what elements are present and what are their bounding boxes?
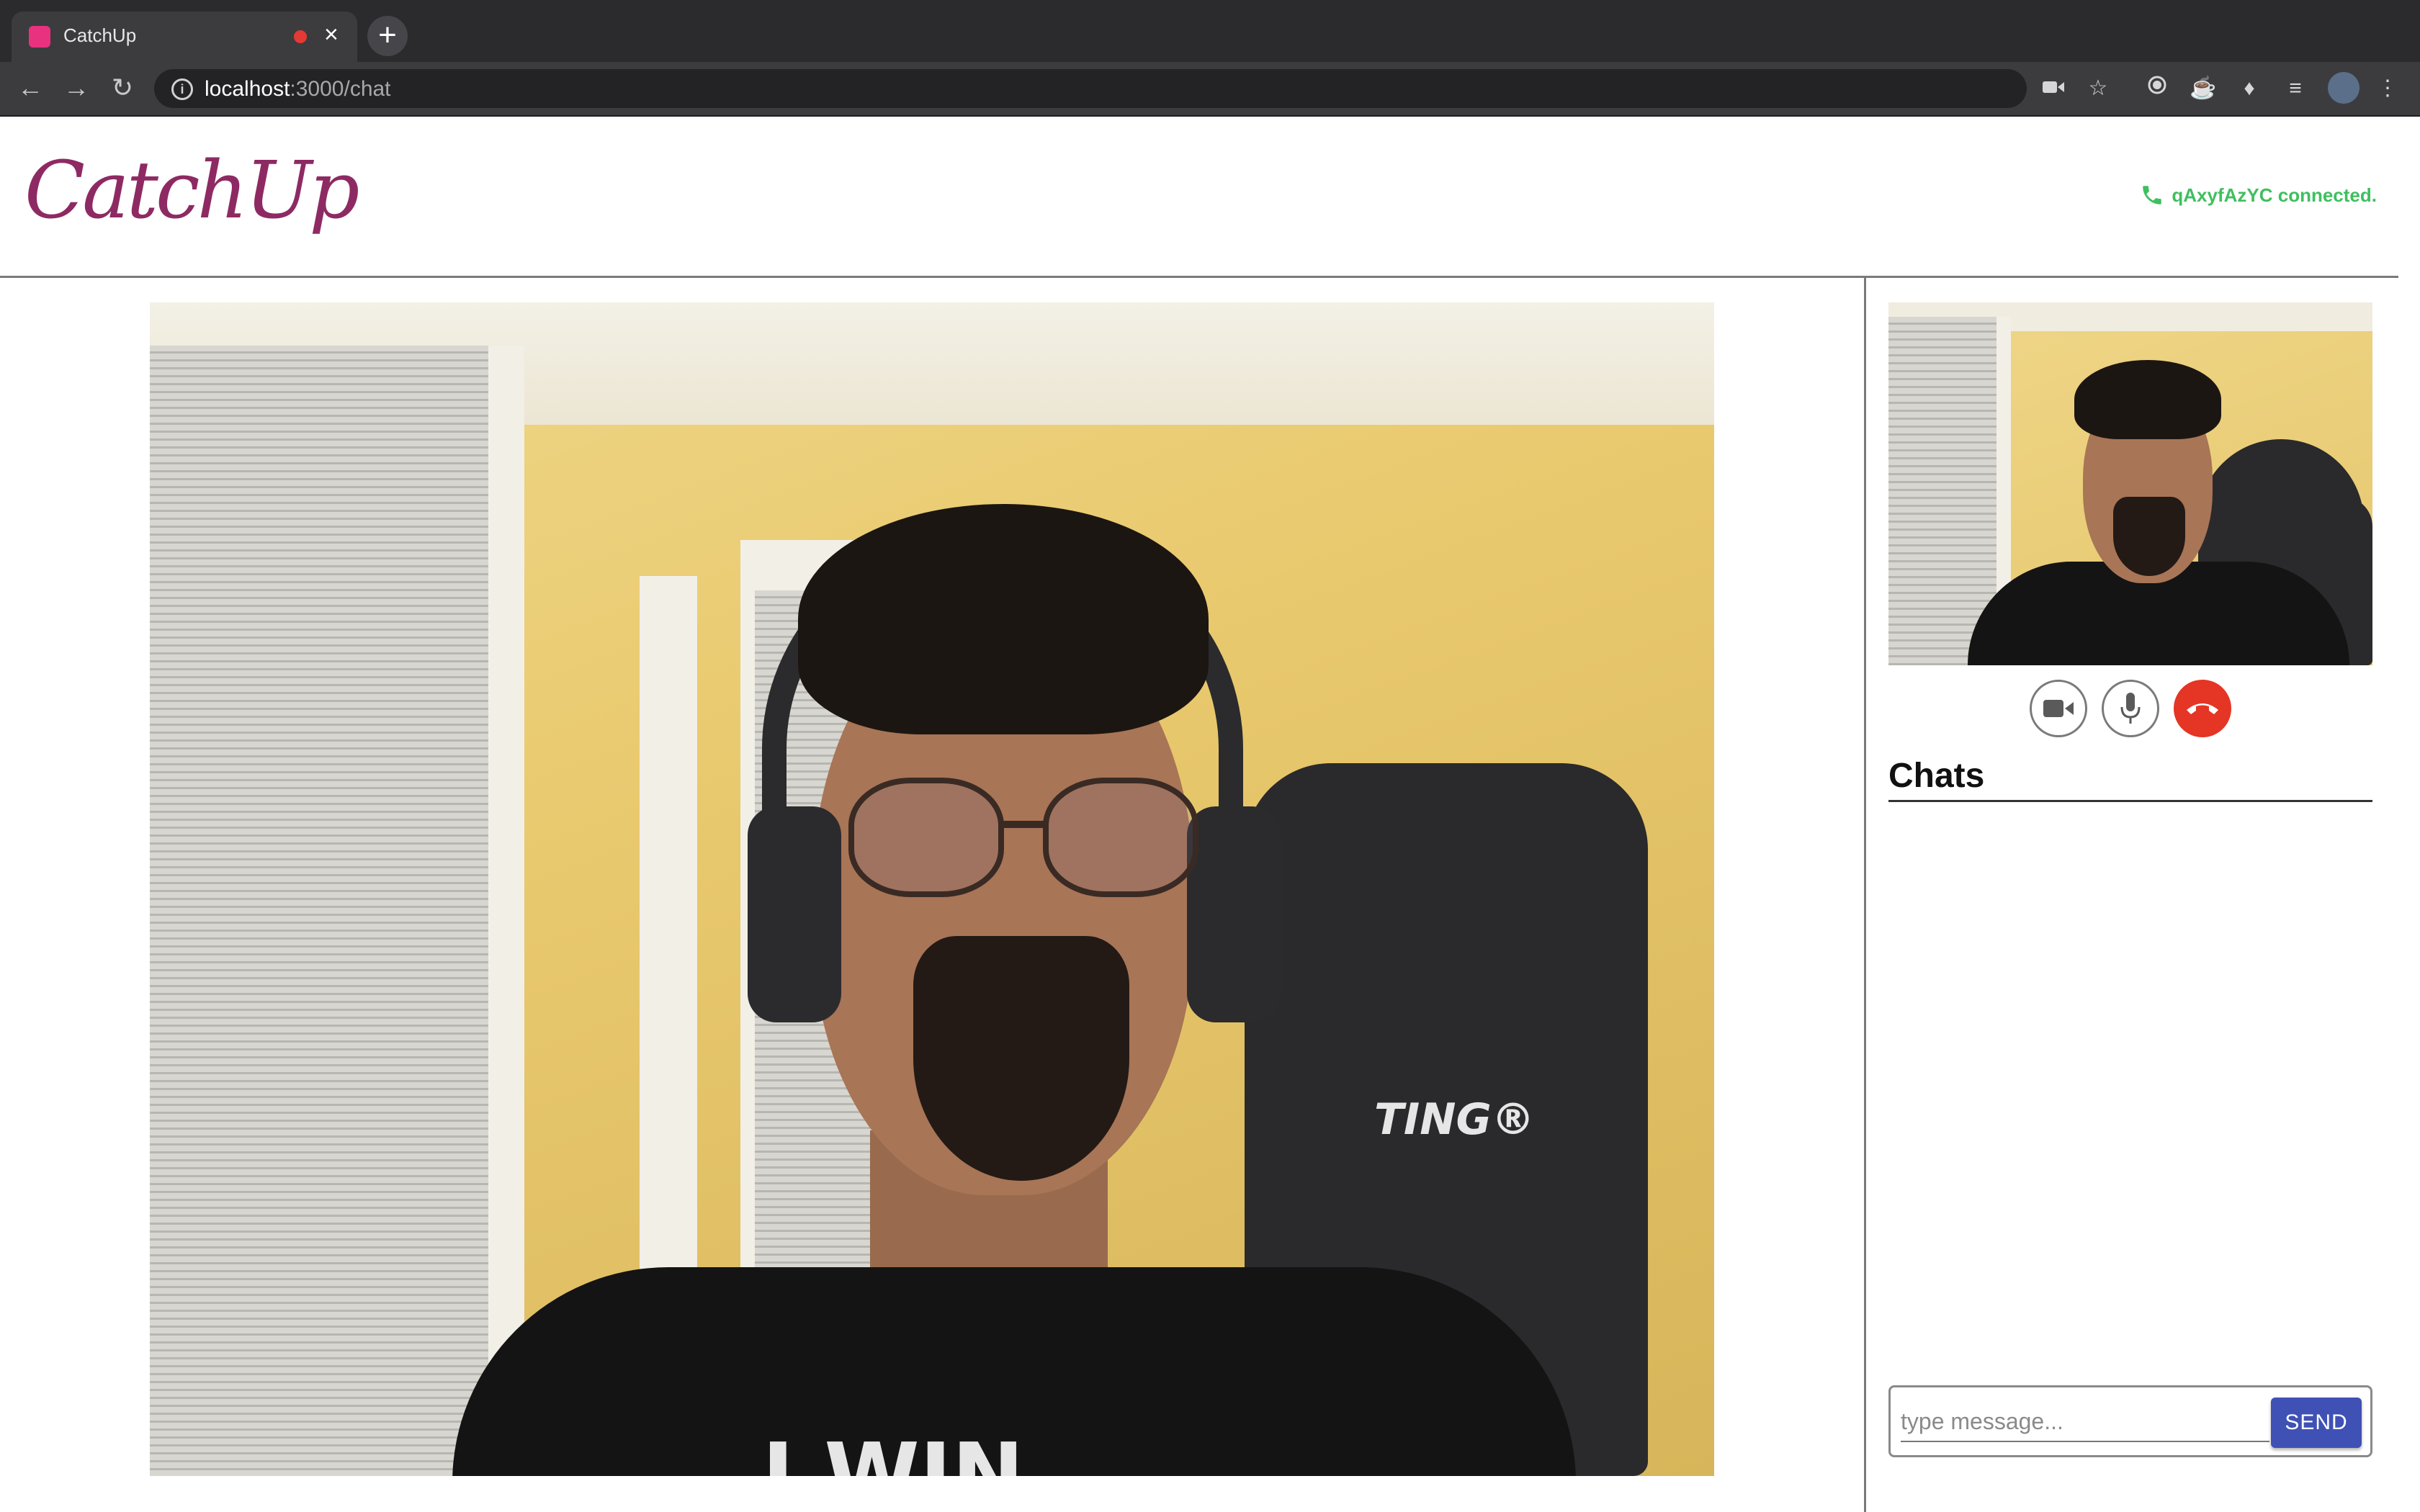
chat-messages-list — [1888, 806, 2372, 1368]
browser-tab[interactable]: CatchUp × — [12, 12, 357, 62]
camera-in-use-icon[interactable] — [2040, 75, 2067, 102]
chats-underline — [1888, 800, 2372, 802]
chats-heading: Chats — [1888, 757, 1985, 795]
shirt-print-text: I WIN — [762, 1426, 1024, 1476]
self-beard — [2113, 497, 2185, 576]
sidebar-divider — [1864, 278, 1866, 1512]
browser-menu-icon[interactable]: ⋮ — [2374, 75, 2401, 102]
person-beard — [913, 936, 1129, 1181]
connection-status: qAxyfAzYC connected. — [2140, 183, 2377, 207]
self-blinds — [1888, 317, 1996, 665]
url-host: localhost — [205, 77, 290, 101]
left-window-blinds — [150, 346, 488, 1476]
extensions-puzzle-icon[interactable]: ♦ — [2236, 75, 2263, 102]
app-logo: CatchUp — [24, 144, 360, 236]
video-camera-icon — [2043, 700, 2074, 717]
tab-title: CatchUp — [63, 24, 137, 46]
right-lens — [1043, 778, 1198, 897]
chair-brand-text: TING® — [1374, 1094, 1535, 1145]
forward-arrow-icon[interactable]: → — [60, 72, 92, 104]
new-tab-button[interactable]: + — [367, 16, 408, 56]
message-form: SEND — [1888, 1385, 2372, 1457]
url-text: localhost:3000/chat — [205, 77, 391, 102]
tab-close-icon[interactable]: × — [324, 20, 339, 49]
url-path: :3000/chat — [290, 77, 391, 101]
left-lens — [848, 778, 1004, 897]
remote-video: TING® I WIN — [150, 302, 1714, 1476]
status-text: qAxyfAzYC connected. — [2172, 184, 2377, 206]
hang-up-button[interactable] — [2174, 680, 2231, 737]
hangup-phone-icon — [2187, 703, 2218, 714]
reload-icon[interactable]: ↻ — [107, 72, 138, 104]
header-divider — [0, 276, 2398, 278]
profile-avatar[interactable] — [2328, 72, 2360, 104]
browser-toolbar: ← → ↻ i localhost:3000/chat ☆ ☕ ♦ ≡ ⋮ — [0, 62, 2420, 115]
left-earcup — [748, 806, 841, 1022]
catchup-favicon-icon — [29, 26, 50, 48]
toggle-camera-button[interactable] — [2030, 680, 2087, 737]
send-button[interactable]: SEND — [2271, 1398, 2362, 1448]
microphone-icon — [2120, 693, 2141, 724]
person-hair — [798, 504, 1209, 734]
browser-tab-strip: CatchUp × + — [0, 0, 2420, 62]
recording-indicator-icon — [294, 30, 307, 43]
glasses-bridge — [1003, 821, 1047, 828]
extension-record-icon[interactable] — [2143, 75, 2171, 102]
message-input[interactable] — [1901, 1402, 2269, 1442]
toolbar-border — [0, 115, 2420, 117]
right-earcup — [1187, 806, 1281, 1022]
phone-connected-icon — [2143, 186, 2162, 204]
media-queue-icon[interactable]: ≡ — [2282, 75, 2309, 102]
address-bar[interactable]: i localhost:3000/chat — [154, 69, 2027, 108]
bookmark-star-icon[interactable]: ☆ — [2084, 75, 2112, 102]
back-arrow-icon[interactable]: ← — [14, 72, 46, 104]
local-video — [1888, 302, 2372, 665]
self-hair — [2074, 360, 2221, 439]
toggle-microphone-button[interactable] — [2102, 680, 2159, 737]
extension-cup-icon[interactable]: ☕ — [2190, 75, 2217, 102]
site-info-icon[interactable]: i — [171, 78, 193, 100]
